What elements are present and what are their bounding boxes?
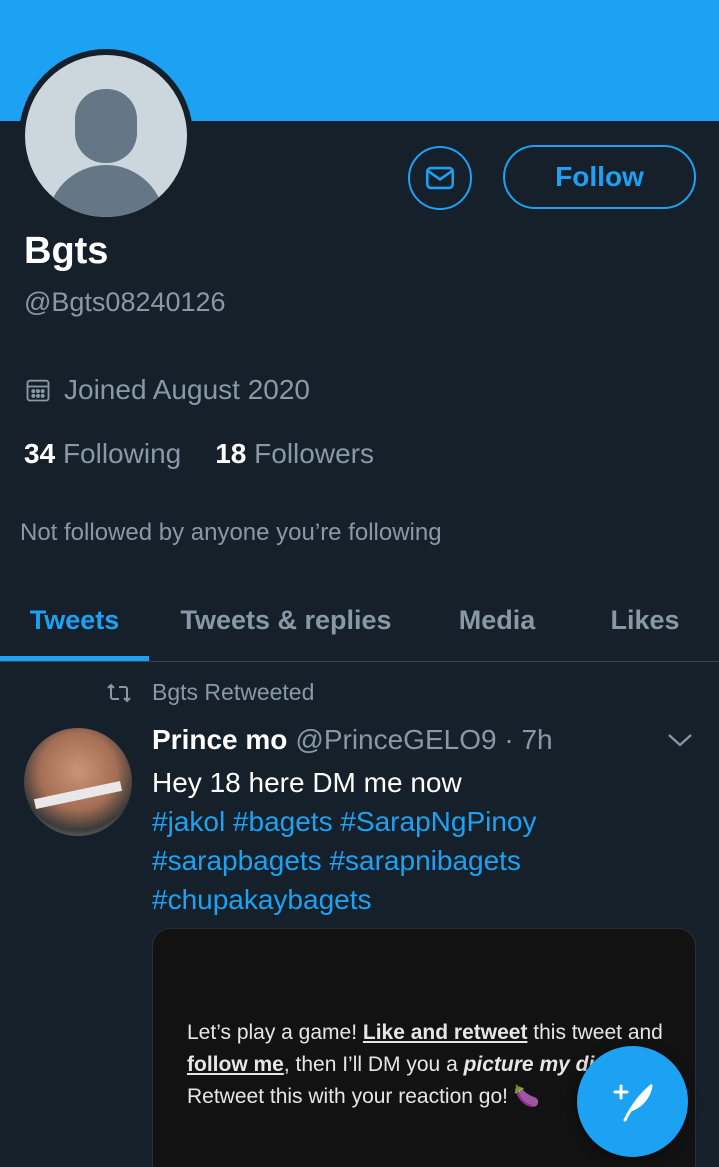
tab-likes[interactable]: Likes <box>571 578 719 662</box>
tweet-author-avatar[interactable] <box>24 728 132 836</box>
tab-media[interactable]: Media <box>423 578 571 662</box>
media-text-part: , then I’ll DM you a <box>283 1053 464 1076</box>
media-text-follow-me: follow me <box>187 1053 284 1076</box>
compose-feather-icon <box>613 1084 652 1121</box>
tab-tweets[interactable]: Tweets <box>0 578 149 662</box>
following-stat[interactable]: 34 Following <box>24 438 181 470</box>
profile-stats: 34 Following 18 Followers <box>24 438 408 470</box>
not-followed-notice: Not followed by anyone you’re following <box>20 519 442 546</box>
tweet-header: Prince mo @PrinceGELO9 · 7h <box>152 724 553 756</box>
media-text-like-retweet: Like and retweet <box>362 1021 528 1044</box>
default-avatar-icon <box>25 55 187 217</box>
tab-tweets-replies[interactable]: Tweets & replies <box>149 578 423 662</box>
calendar-icon <box>26 379 50 402</box>
compose-tweet-button[interactable] <box>577 1046 688 1157</box>
profile-name: Bgts <box>24 230 109 272</box>
profile-avatar[interactable] <box>19 49 193 223</box>
follow-button[interactable]: Follow <box>503 145 696 209</box>
tweet-hashtags-2[interactable]: #sarapbagets #sarapnibagets <box>152 841 692 880</box>
retweet-icon <box>107 683 131 702</box>
media-text-picture: picture <box>463 1053 534 1076</box>
media-text-part: Let’s play a game! <box>187 1021 363 1044</box>
envelope-icon <box>425 166 455 190</box>
media-text-part: go! 🍆 <box>472 1085 540 1108</box>
tweet-body: Hey 18 here DM me now #jakol #bagets #Sa… <box>152 763 692 919</box>
tweet-hashtags-1[interactable]: #jakol #bagets #SarapNgPinoy <box>152 802 692 841</box>
chevron-down-icon[interactable] <box>666 730 694 750</box>
retweeted-by-label: Bgts Retweeted <box>152 679 315 705</box>
retweet-context[interactable]: Bgts Retweeted <box>106 679 314 706</box>
joined-label: Joined August 2020 <box>64 374 310 405</box>
tweet-author-name[interactable]: Prince mo <box>152 724 287 756</box>
profile-tabs: Tweets Tweets & replies Media Likes <box>0 578 719 662</box>
following-count: 34 <box>24 438 56 469</box>
joined-date: Joined August 2020 <box>24 374 310 406</box>
followers-count: 18 <box>215 438 247 469</box>
media-text-part: this tweet and <box>527 1021 663 1044</box>
followers-label: Followers <box>254 438 374 469</box>
following-label: Following <box>62 438 182 469</box>
tweet-hashtags-3[interactable]: #chupakaybagets <box>152 880 692 919</box>
tweet-text: Hey 18 here DM me now <box>152 767 462 798</box>
active-tab-indicator <box>0 656 149 661</box>
followers-stat[interactable]: 18 Followers <box>215 438 374 470</box>
profile-handle: @Bgts08240126 <box>24 287 226 317</box>
tweet-author-handle[interactable]: @PrinceGELO9 · 7h <box>295 724 552 756</box>
message-button[interactable] <box>408 146 472 210</box>
